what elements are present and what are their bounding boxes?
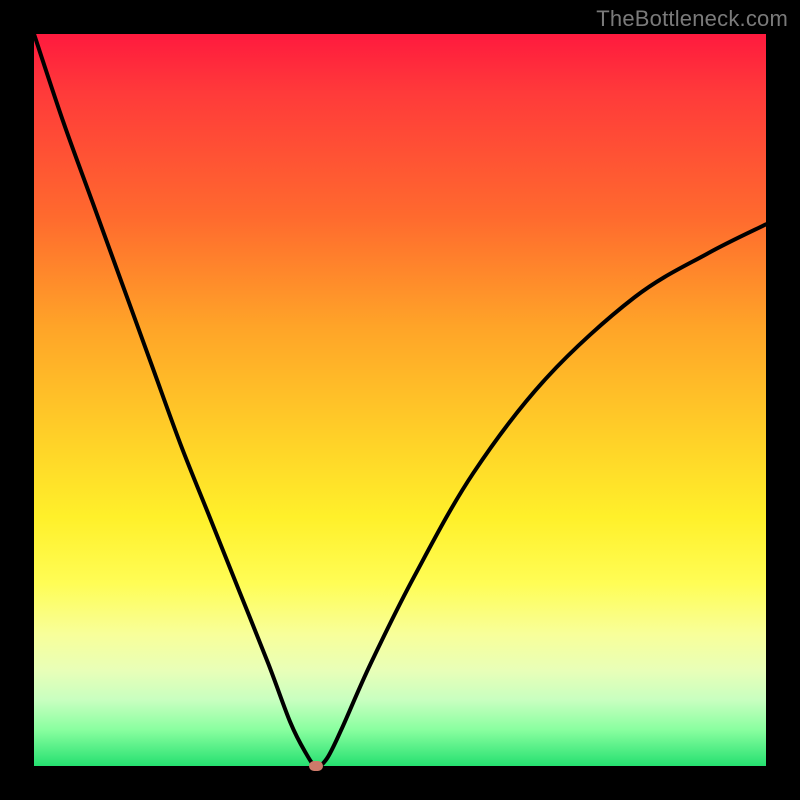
bottleneck-curve [34, 34, 766, 766]
minimum-marker [309, 761, 323, 771]
chart-frame: TheBottleneck.com [0, 0, 800, 800]
curve-path [34, 34, 766, 766]
plot-area [34, 34, 766, 766]
watermark-text: TheBottleneck.com [596, 6, 788, 32]
